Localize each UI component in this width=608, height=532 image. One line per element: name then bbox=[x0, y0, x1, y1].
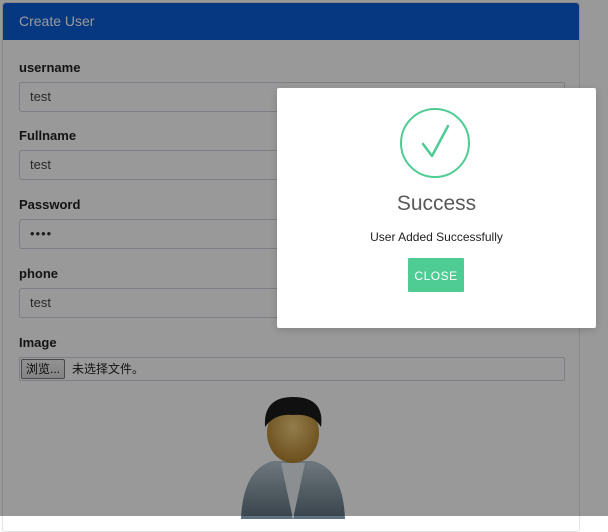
close-button[interactable]: CLOSE bbox=[408, 258, 464, 292]
modal-message: User Added Successfully bbox=[370, 230, 503, 244]
check-circle-icon bbox=[400, 108, 470, 178]
modal-title: Success bbox=[396, 192, 477, 215]
success-modal: Success User Added Successfully CLOSE bbox=[277, 88, 596, 328]
